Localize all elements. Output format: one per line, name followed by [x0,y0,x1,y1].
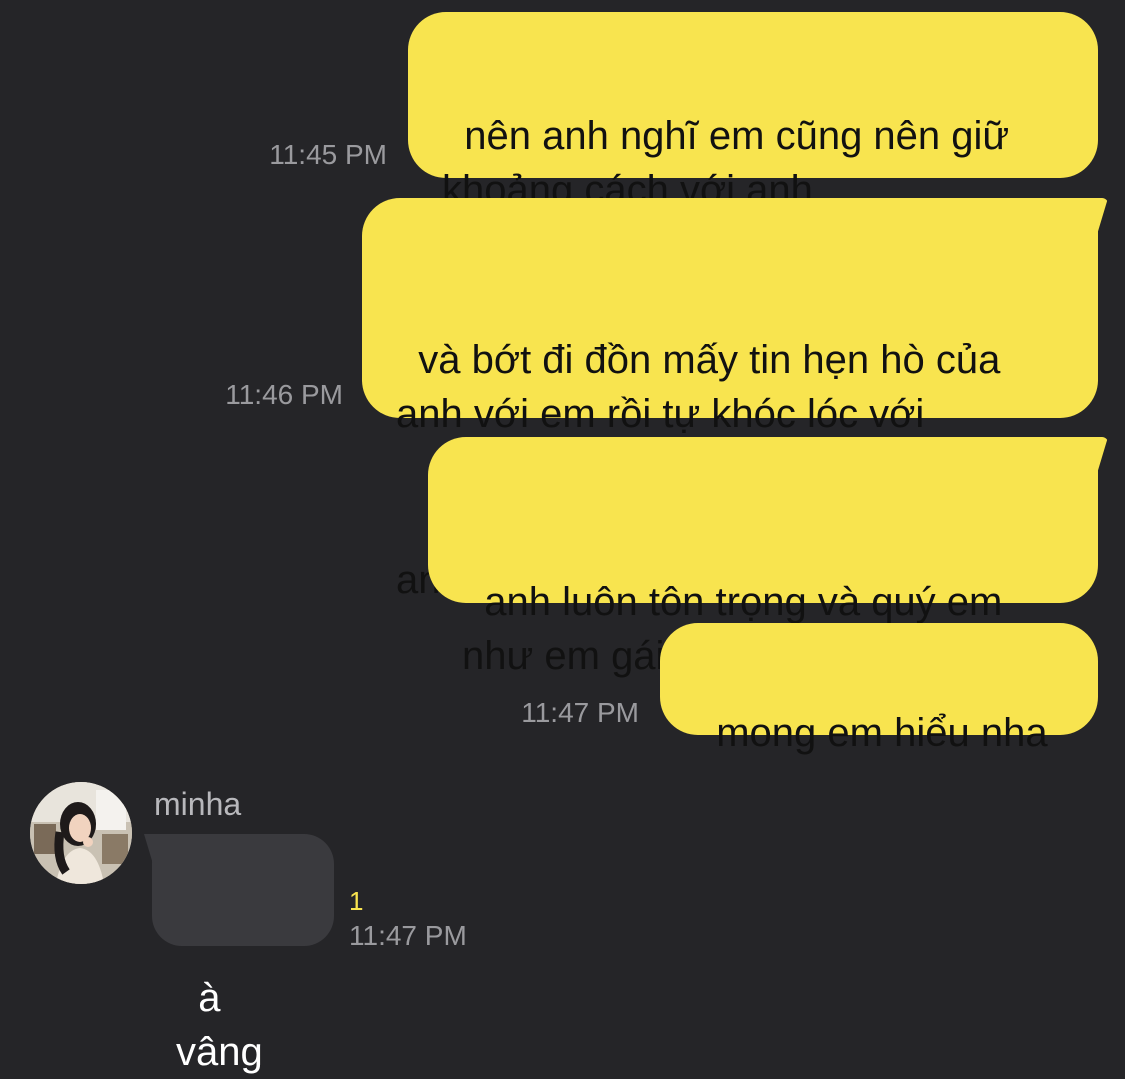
outgoing-message-bubble[interactable]: nên anh nghĩ em cũng nên giữ khoảng cách… [408,12,1098,212]
message-timestamp: 11:47 PM [349,920,467,951]
message-text: à vâng [176,976,263,1074]
incoming-message-bubble[interactable]: à vâng [144,834,334,1074]
outgoing-message-bubble[interactable]: anh luôn tôn trọng và quý em như em gái [428,437,1108,678]
message-timestamp: 11:45 PM [269,139,387,170]
outgoing-message-bubble[interactable]: và bớt đi đồn mấy tin hẹn hò của anh với… [362,198,1108,602]
message-timestamp: 11:46 PM [225,379,343,410]
message-timestamp: 11:47 PM [521,697,639,728]
profile-photo [30,782,132,884]
outgoing-message-bubble[interactable]: mong em hiểu nha [660,623,1098,755]
sender-name: minha [154,786,242,822]
unread-count: 1 [349,886,364,916]
message-text: mong em hiểu nha [716,711,1048,755]
avatar[interactable] [30,782,132,884]
bubble-tail [1074,437,1108,471]
bubble-tail [144,834,174,864]
bubble-tail [1074,198,1108,232]
